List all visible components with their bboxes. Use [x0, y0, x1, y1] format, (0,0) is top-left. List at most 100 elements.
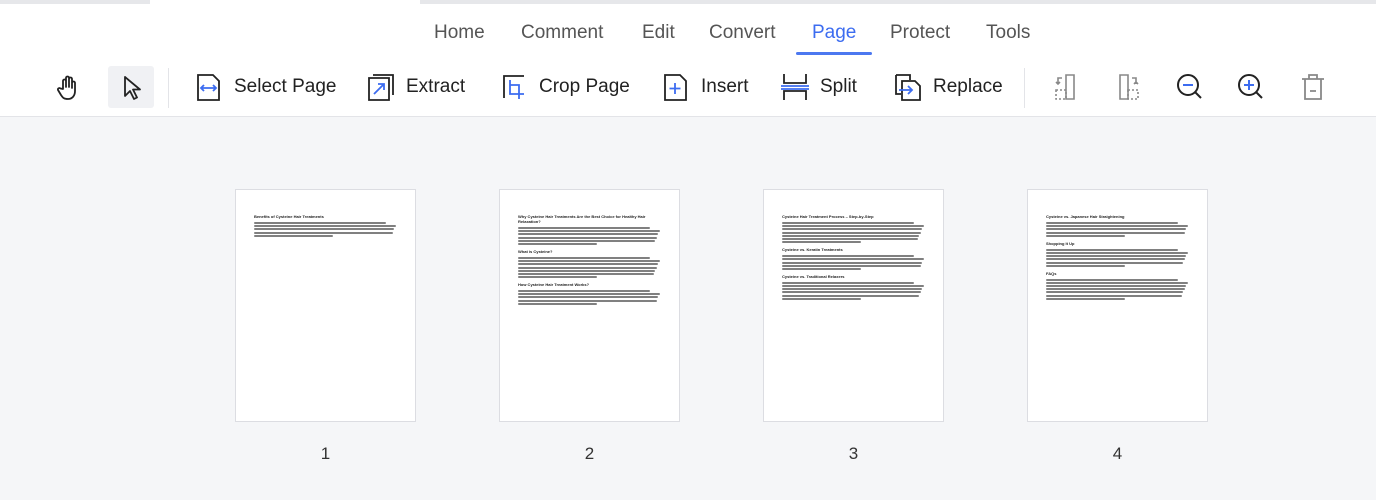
thumbnail-text-line: [1046, 234, 1125, 237]
thumbnail-text-line: [518, 302, 597, 305]
thumbnail-text-line: [782, 241, 861, 244]
thumbnail-text-line: [518, 272, 654, 275]
tab-edit[interactable]: Edit: [642, 22, 675, 44]
crop-icon: [503, 75, 524, 99]
divider: [168, 68, 169, 108]
thumbnail-text-line: [254, 222, 386, 224]
select-page-button[interactable]: Select Page: [194, 66, 336, 108]
thumbnail-text-line: [782, 231, 921, 234]
delete-page-button[interactable]: [1290, 66, 1336, 108]
page-number: 1: [320, 444, 331, 463]
extract-icon: [368, 74, 394, 101]
extract-button[interactable]: Extract: [366, 66, 465, 108]
thumbnail-text-line: [782, 285, 924, 288]
thumbnail-text-line: [518, 276, 597, 279]
select-tool-button[interactable]: [108, 66, 154, 108]
replace-icon: [895, 74, 921, 101]
cursor-icon: [124, 76, 141, 100]
tab-comment[interactable]: Comment: [521, 22, 603, 44]
zoom-out-button[interactable]: [1167, 66, 1213, 108]
zoom-out-icon: [1177, 74, 1202, 99]
select-page-icon: [197, 74, 220, 101]
thumbnail-text-line: [518, 230, 660, 233]
thumbnail-text-line: [518, 233, 659, 236]
thumbnail-text-line: [254, 234, 333, 237]
thumbnail-text-line: [1046, 231, 1185, 234]
extract-label: Extract: [406, 76, 466, 97]
replace-label: Replace: [933, 76, 1003, 97]
thumbnail-text-line: [518, 299, 657, 302]
thumbnail-text-line: [254, 231, 393, 234]
thumbnail-heading: What is Cysteine?: [518, 248, 553, 254]
thumbnail-text-line: [782, 228, 923, 231]
thumbnail-text-line: [782, 267, 861, 270]
thumbnail-text-line: [782, 255, 914, 258]
trash-icon: [1302, 74, 1324, 100]
rotate-left-button[interactable]: [1044, 66, 1090, 108]
tab-home[interactable]: Home: [434, 22, 485, 44]
page-number: 3: [848, 444, 859, 463]
hand-icon: [57, 75, 76, 100]
split-button[interactable]: Split: [780, 66, 857, 108]
thumbnail-text-line: [1046, 294, 1182, 297]
divider: [1024, 68, 1025, 108]
thumbnail-text-line: [782, 258, 924, 261]
thumbnail-text-line: [518, 256, 650, 259]
ribbon: Home Comment Edit Convert Page Protect T…: [0, 4, 1376, 117]
thumbnail-heading: FAQs: [1046, 270, 1057, 276]
thumbnail-text-line: [518, 242, 597, 245]
thumbnail-text-line: [782, 264, 921, 267]
zoom-in-button[interactable]: [1228, 66, 1274, 108]
thumbnail-text-line: [1046, 255, 1187, 258]
thumbnail-text-line: [1046, 297, 1125, 300]
thumbnail-text-line: [518, 263, 659, 266]
thumbnail-heading: Shopping It Up: [1046, 240, 1075, 246]
thumbnail-text-line: [518, 266, 657, 269]
replace-button[interactable]: Replace: [893, 66, 1003, 108]
thumbnail-text-line: [1046, 285, 1187, 288]
tab-protect[interactable]: Protect: [890, 22, 950, 44]
thumbnail-text-line: [1046, 264, 1125, 267]
thumbnail-text-line: [518, 293, 660, 296]
thumbnail-text-line: [254, 228, 395, 231]
tab-tools[interactable]: Tools: [986, 22, 1030, 44]
thumbnail-text-line: [1046, 278, 1178, 281]
thumbnail-heading: Benefits of Cysteine Hair Treatments: [254, 214, 324, 219]
thumbnail-text-line: [1046, 258, 1185, 261]
thumbnail-text-line: [782, 297, 861, 300]
thumbnail-text-line: [254, 225, 396, 228]
thumbnail-text-line: [1046, 251, 1188, 254]
thumbnail-text-line: [1046, 288, 1185, 291]
thumbnail-heading: Cysteine vs. Keratin Treatments: [782, 247, 843, 253]
insert-icon: [664, 74, 687, 101]
insert-button[interactable]: Insert: [661, 66, 749, 108]
hand-tool-button[interactable]: [46, 66, 92, 108]
menu-tabs: Home Comment Edit Convert Page Protect T…: [0, 22, 1376, 55]
thumbnail-text-line: [518, 296, 659, 299]
thumbnail-text-line: [518, 236, 657, 239]
crop-page-button[interactable]: Crop Page: [499, 66, 630, 108]
page-thumbnail[interactable]: Why Cysteine Hair Treatments Are the Bes…: [499, 189, 680, 422]
page-thumbnail[interactable]: Benefits of Cysteine Hair Treatments: [235, 189, 416, 422]
thumbnail-text-line: [1046, 248, 1178, 251]
rotate-right-button[interactable]: [1104, 66, 1150, 108]
thumbnail-text-line: [782, 288, 923, 291]
thumbnail-heading: Cysteine Hair Treatment Process – Step-b…: [782, 214, 874, 219]
thumbnail-text-line: [782, 222, 914, 224]
thumbnail-text-line: [518, 239, 656, 242]
thumbnail-text-line: [782, 237, 918, 240]
rotate-right-icon: [1119, 74, 1139, 100]
thumbnail-text-line: [782, 261, 923, 264]
tab-convert[interactable]: Convert: [709, 22, 776, 44]
thumbnail-text-line: [518, 227, 650, 229]
thumbnail-text-line: [1046, 291, 1184, 294]
thumbnail-text-line: [1046, 222, 1178, 224]
thumbnail-text-line: [518, 290, 650, 293]
tab-page[interactable]: Page: [795, 22, 873, 55]
thumbnail-text-line: [782, 291, 921, 294]
page-number: 4: [1112, 444, 1123, 463]
page-thumbnail[interactable]: Cysteine Hair Treatment Process – Step-b…: [763, 189, 944, 422]
thumbnail-heading: Cysteine vs. Japanese Hair Straightening: [1046, 214, 1125, 219]
insert-label: Insert: [701, 76, 749, 97]
page-thumbnail[interactable]: Cysteine vs. Japanese Hair Straightening…: [1027, 189, 1208, 422]
